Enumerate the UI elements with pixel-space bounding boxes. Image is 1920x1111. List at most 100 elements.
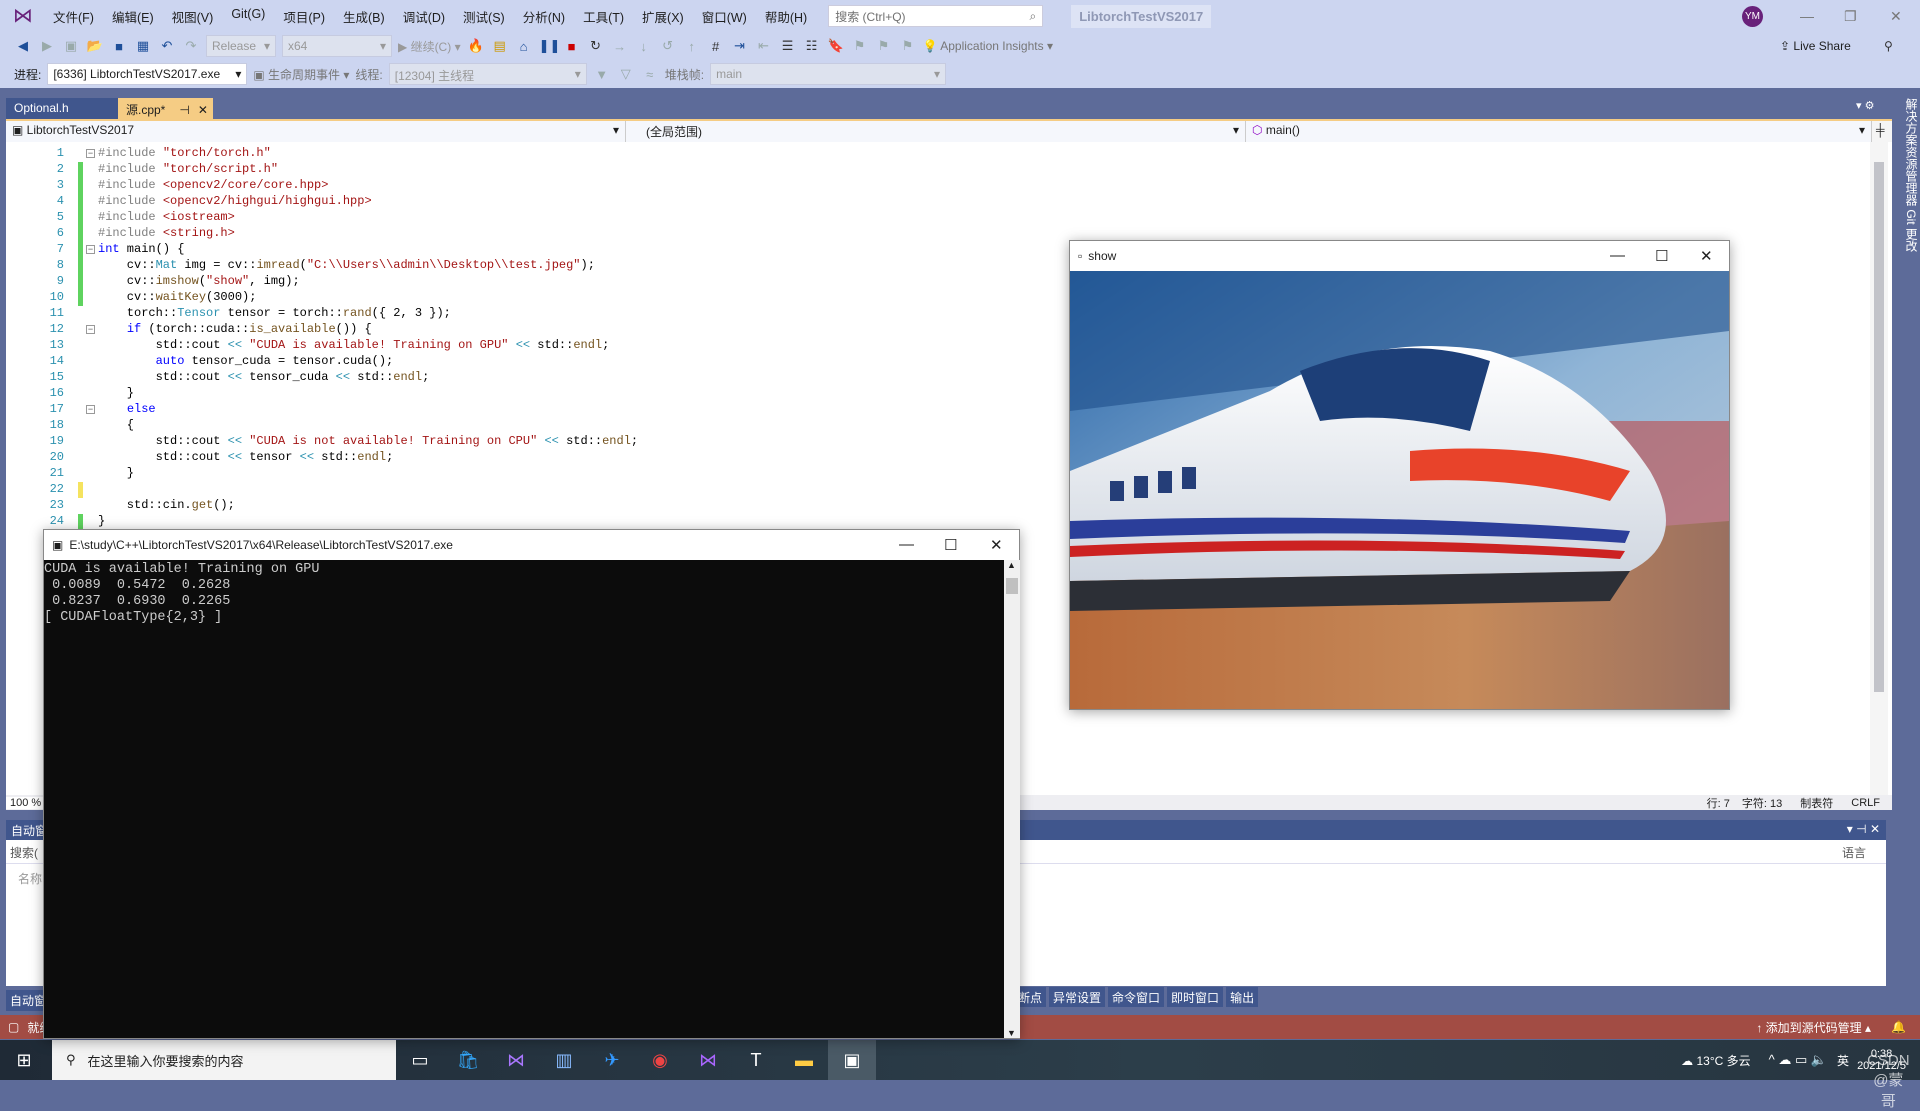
bookmark-clear-icon[interactable]: ⚑ [899, 38, 917, 54]
continue-button[interactable]: ▶ 继续(C) ▾ [398, 38, 461, 55]
tabs-indicator[interactable]: 制表符 [1800, 795, 1833, 811]
menu-item[interactable]: 生成(B) [334, 7, 394, 26]
ime-indicator[interactable]: 英 [1837, 1052, 1849, 1069]
uncomment-icon[interactable]: ☷ [803, 38, 821, 54]
menu-item[interactable]: 扩展(X) [633, 7, 693, 26]
code-line[interactable]: auto tensor_cuda = tensor.cuda(); [98, 354, 394, 368]
close-icon[interactable]: ✕ [1890, 8, 1902, 25]
hot-reload-icon[interactable]: 🔥 [467, 38, 485, 54]
tab-source-cpp[interactable]: 源.cpp* ⊣ ✕ [118, 98, 213, 119]
step-out-icon[interactable]: ↑ [683, 39, 701, 54]
right-tool-strip[interactable]: 解决方案资源管理器 Git 更改 [1892, 92, 1920, 1015]
code-line[interactable]: #include "torch/torch.h" [98, 146, 271, 160]
step-back-icon[interactable]: ↺ [659, 38, 677, 54]
feishu-icon[interactable]: ✈ [588, 1050, 636, 1071]
bookmark-icon[interactable]: 🔖 [827, 38, 845, 54]
member-select[interactable]: ⬡ main() ▾ [1246, 121, 1872, 142]
save-icon[interactable]: ■ [110, 39, 128, 54]
code-line[interactable]: #include <iostream> [98, 210, 235, 224]
menu-item[interactable]: 工具(T) [574, 7, 633, 26]
task-view-icon[interactable]: ▭ [396, 1050, 444, 1071]
code-line[interactable]: cv::Mat img = cv::imread("C:\\Users\\adm… [98, 258, 595, 272]
console-scrollbar[interactable]: ▲ ▼ [1004, 560, 1020, 1038]
code-line[interactable]: std::cout << tensor << std::endl; [98, 450, 394, 464]
code-line[interactable]: #include <string.h> [98, 226, 235, 240]
code-line[interactable]: } [98, 386, 134, 400]
minimize-icon[interactable]: — [1610, 247, 1625, 264]
screenshot-icon[interactable]: ⌂ [515, 39, 533, 54]
code-line[interactable]: else [98, 402, 156, 416]
live-share-button[interactable]: ⇪ Live Share [1780, 39, 1851, 53]
menu-item[interactable]: 帮助(H) [756, 7, 816, 26]
configuration-select[interactable]: Release ▾ [206, 35, 276, 57]
tool-tab[interactable]: 输出 [1226, 987, 1259, 1007]
filter-icon[interactable]: ▼ [593, 67, 611, 82]
process-select[interactable]: [6336] LibtorchTestVS2017.exe ▾ [47, 63, 248, 85]
folder-icon[interactable]: ▤ [491, 38, 509, 54]
filter-flag-icon[interactable]: ▽ [617, 66, 635, 82]
thread-select[interactable]: [12304] 主线程 ▾ [388, 63, 587, 85]
fold-toggle-icon[interactable]: − [86, 149, 95, 158]
code-line[interactable]: cv::waitKey(3000); [98, 290, 257, 304]
code-line[interactable]: #include <opencv2/highgui/highgui.hpp> [98, 194, 372, 208]
show-image-window[interactable]: ▫ show — ☐ ✕ [1069, 240, 1730, 710]
menu-item[interactable]: 窗口(W) [693, 7, 756, 26]
menu-item[interactable]: 测试(S) [454, 7, 514, 26]
panel-controls-icon[interactable]: ▾ ⊣ ✕ [1847, 822, 1880, 836]
typora-icon[interactable]: T [732, 1050, 780, 1071]
start-icon[interactable]: ⊞ [0, 1050, 48, 1071]
redo-icon[interactable]: ↷ [182, 38, 200, 54]
tab-optional-h[interactable]: Optional.h [6, 98, 118, 119]
menu-item[interactable]: 项目(P) [274, 7, 334, 26]
console-app-icon[interactable]: ▣ [828, 1040, 876, 1080]
store-icon[interactable]: 🛍 [444, 1050, 492, 1071]
hex-icon[interactable]: # [707, 39, 725, 54]
visual-studio-logo-icon[interactable]: ⋈ [12, 5, 34, 27]
bookmark-next-icon[interactable]: ⚑ [875, 38, 893, 54]
code-line[interactable]: int main() { [98, 242, 184, 256]
fold-toggle-icon[interactable]: − [86, 325, 95, 334]
avatar[interactable]: YM [1742, 6, 1763, 27]
restore-icon[interactable]: ❐ [1844, 8, 1857, 25]
code-line[interactable]: std::cout << "CUDA is not available! Tra… [98, 434, 639, 448]
chrome-icon[interactable]: ◉ [636, 1050, 684, 1071]
split-icon[interactable]: ╪ [1872, 121, 1889, 142]
step-into-icon[interactable]: ↓ [635, 39, 653, 54]
forward-icon[interactable]: ▶ [38, 38, 56, 54]
code-line[interactable]: std::cout << "CUDA is available! Trainin… [98, 338, 610, 352]
bookmark-prev-icon[interactable]: ⚑ [851, 38, 869, 54]
stop-icon[interactable]: ■ [563, 39, 581, 54]
step-over-icon[interactable]: → [611, 39, 629, 54]
feedback-icon[interactable]: ⚲ [1884, 39, 1893, 53]
tool-tab[interactable]: 异常设置 [1049, 987, 1106, 1007]
editor-scrollbar[interactable] [1870, 142, 1888, 795]
file-explorer-icon[interactable]: ▬ [780, 1050, 828, 1071]
lifecycle-events-button[interactable]: ▣ 生命周期事件 ▾ [253, 66, 349, 83]
console-output[interactable]: CUDA is available! Training on GPU 0.008… [44, 560, 1004, 1038]
threads-icon[interactable]: ≈ [641, 67, 659, 82]
application-insights-button[interactable]: 💡 Application Insights ▾ [923, 39, 1053, 53]
menu-item[interactable]: 调试(D) [394, 7, 454, 26]
open-icon[interactable]: 📂 [86, 38, 104, 54]
console-title-bar[interactable]: ▣ E:\study\C++\LibtorchTestVS2017\x64\Rel… [44, 530, 1019, 560]
code-line[interactable]: std::cin.get(); [98, 498, 235, 512]
minimize-icon[interactable]: — [899, 536, 914, 553]
pause-icon[interactable]: ❚❚ [539, 38, 561, 54]
clock[interactable]: 0:38 2021/12/5 CSDN @蒙哥 [1857, 1048, 1910, 1110]
minimize-icon[interactable]: — [1800, 8, 1814, 24]
outdent-icon[interactable]: ⇤ [755, 38, 773, 54]
scope-select[interactable]: (全局范围) ▾ [626, 121, 1246, 142]
fold-toggle-icon[interactable]: − [86, 245, 95, 254]
add-source-control-button[interactable]: ↑ 添加到源代码管理 ▴ [1756, 1019, 1871, 1036]
panel-search-input[interactable]: 搜索( [10, 846, 38, 860]
tray-icons[interactable]: ^ ☁ ▭ 🔈 [1769, 1052, 1827, 1068]
code-line[interactable]: #include <opencv2/core/core.hpp> [98, 178, 328, 192]
weather[interactable]: ☁ 13°C 多云 [1681, 1052, 1751, 1069]
notifications-icon[interactable]: 🔔 [1891, 1020, 1906, 1034]
visual-studio-icon[interactable]: ⋈ [684, 1050, 732, 1071]
platform-select[interactable]: x64 ▾ [282, 35, 392, 57]
close-icon[interactable]: ✕ [990, 536, 1003, 554]
close-icon[interactable]: ✕ [1700, 247, 1713, 265]
pin-icon[interactable]: ⊣ [179, 103, 189, 117]
app-icon[interactable]: ▥ [540, 1050, 588, 1071]
